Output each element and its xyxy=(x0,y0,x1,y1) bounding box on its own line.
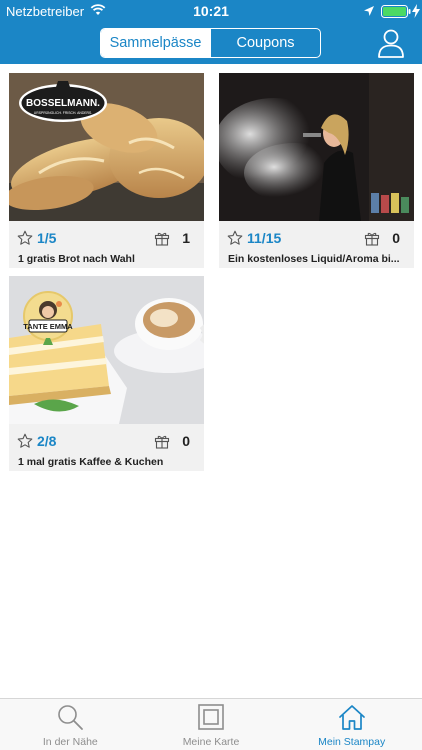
star-icon xyxy=(17,230,33,245)
card-info-bar: 1/5 1 1 gratis Brot nach Wahl xyxy=(9,221,204,268)
tab-label: In der Nähe xyxy=(42,736,98,748)
charging-bolt-icon xyxy=(412,4,420,18)
search-icon xyxy=(58,705,84,730)
battery-icon xyxy=(381,5,411,18)
gift-icon xyxy=(155,435,170,449)
svg-text:BOSSELMANN.: BOSSELMANN. xyxy=(26,98,100,109)
svg-text:TANTE EMMA: TANTE EMMA xyxy=(23,322,73,331)
card-title: 1 gratis Brot nach Wahl xyxy=(18,253,135,265)
tab-mein-stampay[interactable]: Mein Stampay xyxy=(281,699,422,750)
tab-label: Meine Karte xyxy=(182,736,240,748)
card-image: BOSSELMANN. URSPRÜNGLICH. FRISCH. ANDERS… xyxy=(9,73,204,221)
gift-count: 1 xyxy=(182,230,190,246)
gift-icon xyxy=(365,232,380,246)
card-image: TANTE EMMA xyxy=(9,276,204,424)
status-bar: Netzbetreiber 10:21 xyxy=(0,0,422,22)
gift-count: 0 xyxy=(182,433,190,449)
reward-count: 0 xyxy=(154,433,190,449)
header: Netzbetreiber 10:21 Sammelpässe Coupons xyxy=(0,0,422,64)
app-screen: Netzbetreiber 10:21 Sammelpässe Coupons xyxy=(0,0,422,750)
card-title: 1 mal gratis Kaffee & Kuchen xyxy=(18,456,164,468)
star-icon xyxy=(17,433,33,448)
card-info-bar: 11/15 0 Ein kostenloses Liquid/Aroma bi.… xyxy=(219,221,414,268)
tante-emma-logo: TANTE EMMA xyxy=(23,291,73,345)
location-arrow-icon xyxy=(364,6,374,16)
card-image xyxy=(219,73,414,221)
card-info-bar: 2/8 0 1 mal gratis Kaffee & Kuchen xyxy=(9,424,204,471)
profile-icon[interactable] xyxy=(377,28,405,58)
clock: 10:21 xyxy=(193,3,229,19)
tab-meine-karte[interactable]: Meine Karte xyxy=(141,699,282,750)
stamp-count: 1/5 xyxy=(37,230,57,246)
card-frame-icon xyxy=(198,704,224,730)
bosselmann-logo: BOSSELMANN. URSPRÜNGLICH. FRISCH. ANDERS… xyxy=(19,81,107,122)
star-icon xyxy=(227,230,243,245)
tab-bar: In der Nähe Meine Karte Mein Stampay xyxy=(0,698,422,750)
tab-in-der-naehe[interactable]: In der Nähe xyxy=(0,699,141,750)
stamp-card-tante-emma[interactable]: TANTE EMMA 2/8 0 1 mal gratis Kaffee & K… xyxy=(9,276,204,471)
home-icon xyxy=(338,705,365,730)
gift-count: 0 xyxy=(392,230,400,246)
stamp-card-vape[interactable]: 11/15 0 Ein kostenloses Liquid/Aroma bi.… xyxy=(219,73,414,268)
stamp-progress: 2/8 xyxy=(17,433,56,449)
gift-icon xyxy=(155,232,170,246)
reward-count: 0 xyxy=(364,230,400,246)
tab-label: Mein Stampay xyxy=(318,736,386,748)
segmented-control: Sammelpässe Coupons xyxy=(100,28,321,58)
svg-text:URSPRÜNGLICH. FRISCH. ANDERS.: URSPRÜNGLICH. FRISCH. ANDERS. xyxy=(34,111,92,115)
stamp-card-bosselmann[interactable]: BOSSELMANN. URSPRÜNGLICH. FRISCH. ANDERS… xyxy=(9,73,204,268)
reward-count: 1 xyxy=(154,230,190,246)
stamp-count: 11/15 xyxy=(247,230,282,246)
tab-sammelpaesse[interactable]: Sammelpässe xyxy=(101,29,210,57)
stamp-count: 2/8 xyxy=(37,433,57,449)
stamp-progress: 11/15 xyxy=(227,230,281,246)
tab-coupons[interactable]: Coupons xyxy=(210,29,320,57)
card-title: Ein kostenloses Liquid/Aroma bi... xyxy=(228,253,400,265)
stamp-progress: 1/5 xyxy=(17,230,56,246)
